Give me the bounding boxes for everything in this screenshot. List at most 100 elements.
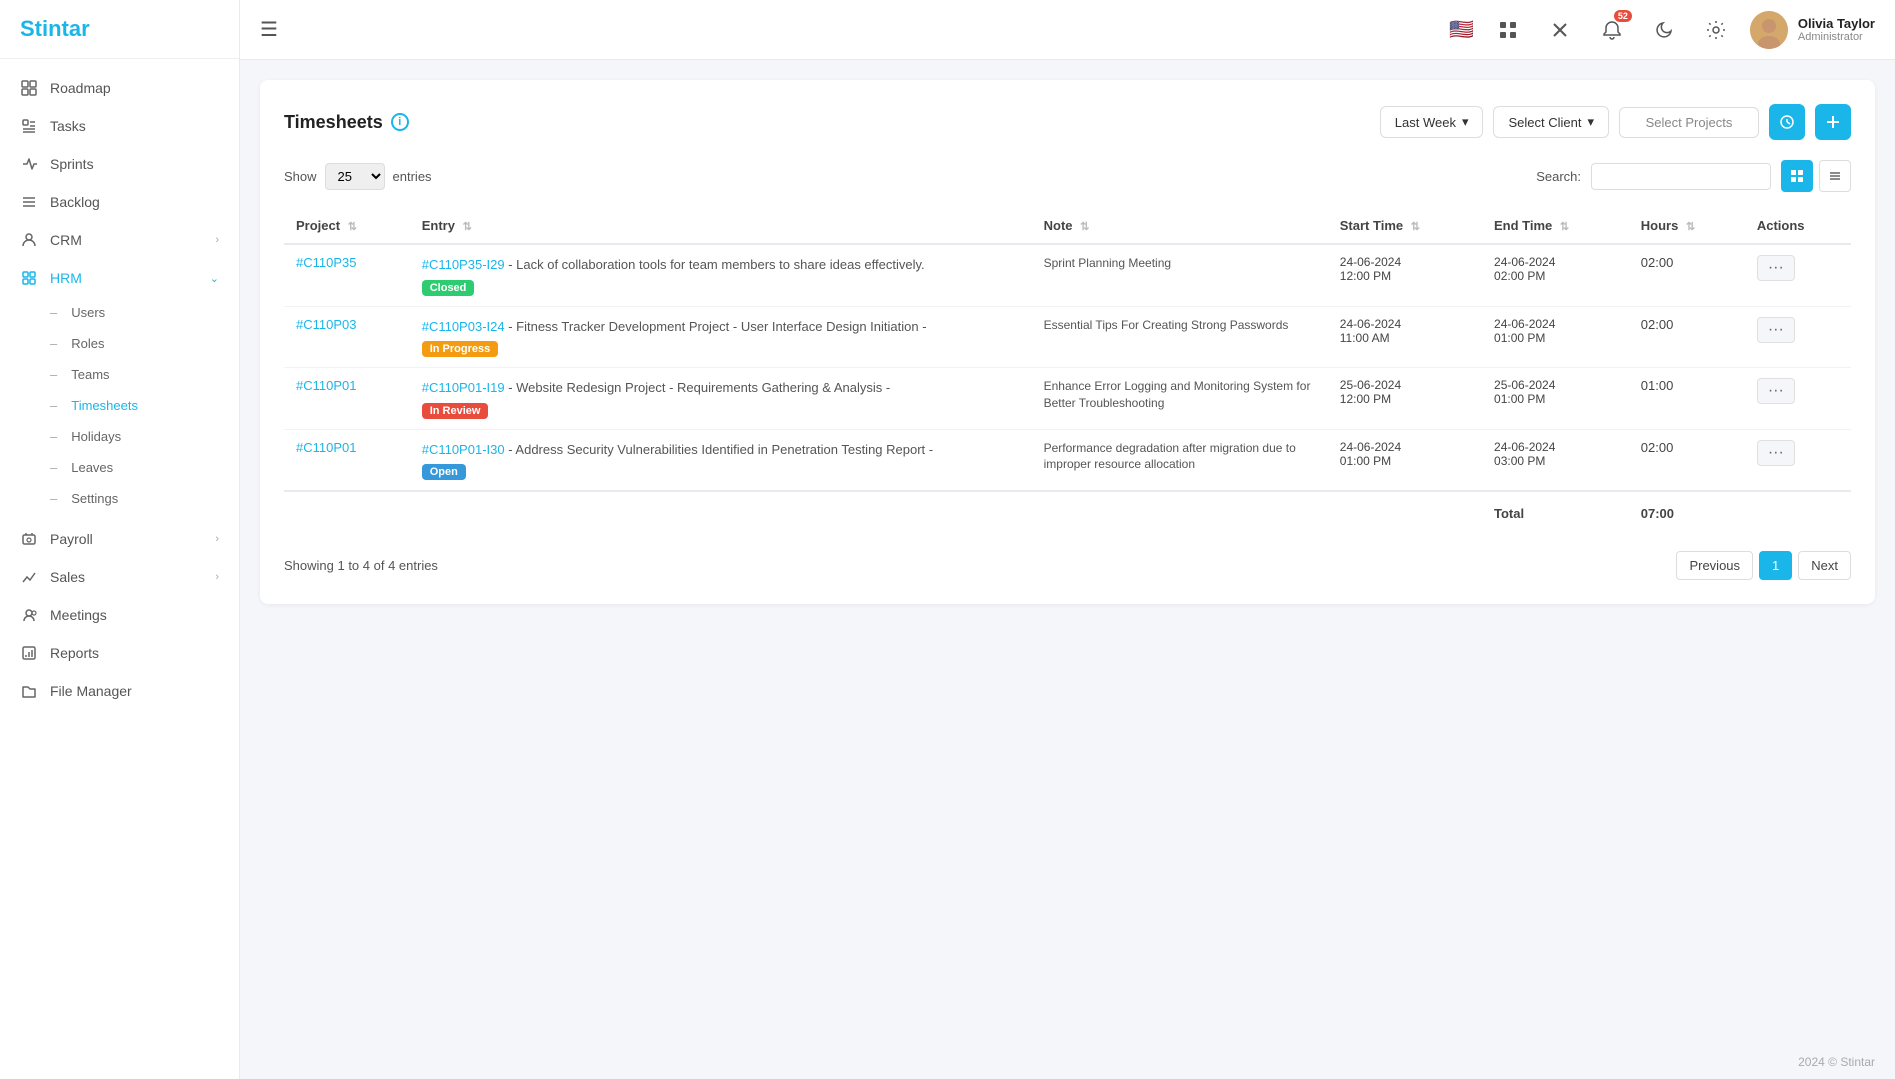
sidebar-item-backlog[interactable]: Backlog [0,183,239,221]
cell-note: Performance degradation after migration … [1032,429,1328,491]
col-project[interactable]: Project ⇅ [284,208,410,244]
settings-icon[interactable] [1698,12,1734,48]
period-dropdown[interactable]: Last Week ▾ [1380,106,1484,138]
project-link[interactable]: #C110P35 [296,255,356,270]
info-icon[interactable]: i [391,113,409,131]
cell-hours: 02:00 [1629,429,1745,491]
payroll-label: Payroll [50,531,93,547]
sidebar-item-holidays[interactable]: Holidays [0,421,239,452]
sidebar-item-timesheets[interactable]: Timesheets [0,390,239,421]
sidebar-item-crm[interactable]: CRM › [0,221,239,259]
add-button[interactable] [1815,104,1851,140]
table-row: #C110P01 #C110P01-I30 - Address Security… [284,429,1851,491]
status-badge: Open [422,464,466,480]
project-link[interactable]: #C110P01 [296,378,356,393]
payroll-icon [20,530,38,548]
list-view-btn[interactable] [1819,160,1851,192]
crm-icon [20,231,38,249]
sales-chevron: › [215,571,219,583]
sidebar-item-teams[interactable]: Teams [0,359,239,390]
actions-button[interactable]: ··· [1757,440,1795,466]
entry-link[interactable]: #C110P35-I29 [422,257,505,272]
col-hours[interactable]: Hours ⇅ [1629,208,1745,244]
payroll-chevron: › [215,533,219,545]
entries-label: entries [393,169,432,184]
sidebar: Stintar Roadmap Tasks Sprints Backlog [0,0,240,1079]
notification-wrap[interactable]: 52 [1594,12,1630,48]
cell-end-time: 24-06-202403:00 PM [1482,429,1629,491]
sidebar-logo: Stintar [0,0,239,59]
header-controls: Last Week ▾ Select Client ▾ Select Proje… [1380,104,1851,140]
next-button[interactable]: Next [1798,551,1851,580]
client-dropdown[interactable]: Select Client ▾ [1493,106,1609,138]
theme-icon[interactable] [1646,12,1682,48]
actions-button[interactable]: ··· [1757,378,1795,404]
cell-hours: 01:00 [1629,368,1745,430]
entry-link[interactable]: #C110P01-I19 [422,380,505,395]
sidebar-item-settings[interactable]: Settings [0,483,239,514]
meetings-label: Meetings [50,607,107,623]
hrm-label: HRM [50,270,82,286]
sidebar-item-meetings[interactable]: Meetings [0,596,239,634]
sidebar-item-leaves[interactable]: Leaves [0,452,239,483]
tasks-label: Tasks [50,118,86,134]
grid-icon[interactable] [1542,12,1578,48]
cell-hours: 02:00 [1629,306,1745,368]
search-wrap: Search: [1536,160,1851,192]
cell-entry: #C110P01-I19 - Website Redesign Project … [410,368,1032,430]
grid-view-btn[interactable] [1781,160,1813,192]
footer: 2024 © Stintar [240,1045,1895,1079]
entry-link[interactable]: #C110P03-I24 [422,319,505,334]
apps-icon[interactable] [1490,12,1526,48]
notification-badge: 52 [1614,10,1632,22]
entry-link[interactable]: #C110P01-I30 [422,442,505,457]
projects-dropdown[interactable]: Select Projects [1619,107,1759,138]
total-label: Total [1482,491,1629,531]
hamburger-icon[interactable]: ☰ [260,19,278,41]
cell-actions: ··· [1745,244,1851,306]
page-card: Timesheets i Last Week ▾ Select Client ▾… [260,80,1875,604]
sidebar-item-roadmap[interactable]: Roadmap [0,69,239,107]
entry-text: #C110P01-I19 - Website Redesign Project … [422,378,1020,398]
meetings-icon [20,606,38,624]
sidebar-item-tasks[interactable]: Tasks [0,107,239,145]
sidebar-item-users[interactable]: Users [0,297,239,328]
actions-button[interactable]: ··· [1757,255,1795,281]
cell-start-time: 25-06-202412:00 PM [1328,368,1482,430]
content-area: Timesheets i Last Week ▾ Select Client ▾… [240,60,1895,1045]
clock-button[interactable] [1769,104,1805,140]
cell-end-time: 24-06-202402:00 PM [1482,244,1629,306]
entry-text: #C110P01-I30 - Address Security Vulnerab… [422,440,1020,460]
period-chevron: ▾ [1462,114,1469,130]
page-title-wrap: Timesheets i [284,112,409,133]
filemanager-label: File Manager [50,683,132,699]
prev-button[interactable]: Previous [1676,551,1753,580]
sidebar-item-hrm[interactable]: HRM ⌄ [0,259,239,297]
project-link[interactable]: #C110P01 [296,440,356,455]
sidebar-item-sprints[interactable]: Sprints [0,145,239,183]
col-note[interactable]: Note ⇅ [1032,208,1328,244]
sidebar-item-roles[interactable]: Roles [0,328,239,359]
sidebar-item-reports[interactable]: Reports [0,634,239,672]
pagination-row: Showing 1 to 4 of 4 entries Previous 1 N… [284,551,1851,580]
search-input[interactable] [1591,163,1771,190]
sidebar-item-payroll[interactable]: Payroll › [0,520,239,558]
sidebar-item-filemanager[interactable]: File Manager [0,672,239,710]
projects-label: Select Projects [1646,115,1733,130]
col-entry[interactable]: Entry ⇅ [410,208,1032,244]
col-start-time[interactable]: Start Time ⇅ [1328,208,1482,244]
footer-text: 2024 © Stintar [1798,1055,1875,1069]
entries-select[interactable]: 25 50 100 [325,163,385,190]
flag-icon[interactable]: 🇺🇸 [1449,17,1474,42]
user-info[interactable]: Olivia Taylor Administrator [1750,11,1875,49]
hrm-icon [20,269,38,287]
sprints-label: Sprints [50,156,94,172]
sidebar-item-sales[interactable]: Sales › [0,558,239,596]
hrm-chevron: ⌄ [210,272,219,285]
col-end-time[interactable]: End Time ⇅ [1482,208,1629,244]
page-1-button[interactable]: 1 [1759,551,1792,580]
actions-button[interactable]: ··· [1757,317,1795,343]
project-link[interactable]: #C110P03 [296,317,356,332]
cell-project: #C110P01 [284,368,410,430]
table-row: #C110P35 #C110P35-I29 - Lack of collabor… [284,244,1851,306]
